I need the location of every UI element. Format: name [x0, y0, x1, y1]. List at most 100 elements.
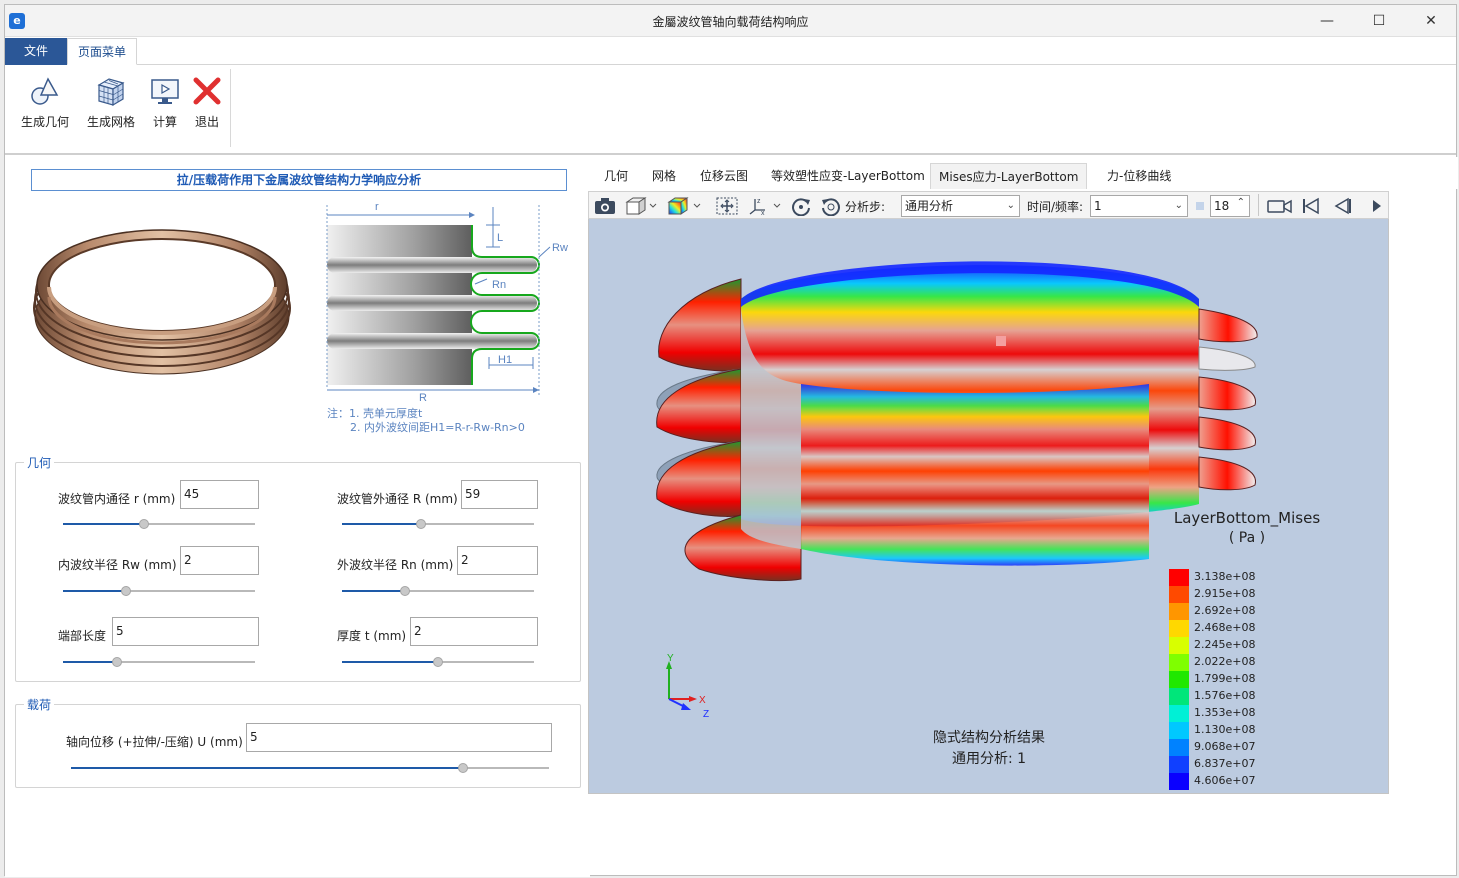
- legend-value: 1.799e+08: [1194, 672, 1256, 685]
- slider-thumb[interactable]: [138, 519, 149, 529]
- frame-spinner[interactable]: 18⌃⌄: [1210, 195, 1250, 228]
- thickness-input[interactable]: 2: [410, 617, 538, 646]
- diagram-label-R: R: [419, 392, 427, 404]
- maximize-icon[interactable]: ☐: [1357, 9, 1401, 33]
- tab-displacement[interactable]: 位移云图: [692, 163, 756, 189]
- outer-diameter-slider[interactable]: [342, 519, 534, 529]
- time-select-value: 1: [1094, 199, 1102, 213]
- video-camera-icon[interactable]: [1266, 196, 1294, 216]
- outer-radius-slider[interactable]: [342, 586, 534, 596]
- axis-x-label: X: [699, 695, 706, 706]
- slider-thumb[interactable]: [121, 586, 132, 596]
- mesh-icon: [97, 78, 125, 107]
- close-icon[interactable]: ✕: [1409, 9, 1453, 33]
- tab-force-displacement[interactable]: 力-位移曲线: [1099, 163, 1179, 189]
- legend-value: 1.130e+08: [1194, 723, 1256, 736]
- legend-swatch: [1169, 705, 1189, 722]
- diagram-label-r: r: [375, 201, 379, 213]
- legend-unit: ( Pa ): [1228, 530, 1266, 546]
- generate-geometry-button[interactable]: 生成几何: [17, 75, 73, 135]
- diagram-label-L: L: [497, 232, 503, 244]
- tab-geometry[interactable]: 几何: [596, 163, 636, 189]
- svg-text:x: x: [761, 210, 765, 216]
- legend-value: 9.068e+07: [1194, 740, 1256, 753]
- viewer-toolbar: zx 分析步: 通用分析⌄ 时间/频率: 1⌄ 18⌃⌄: [588, 191, 1389, 228]
- right-corrugations: [1198, 308, 1258, 491]
- thickness-slider[interactable]: [342, 657, 534, 667]
- chevron-down-icon: ⌄: [1006, 200, 1015, 211]
- time-select[interactable]: 1 ⌄: [1090, 195, 1188, 217]
- contour-icon[interactable]: [667, 196, 703, 216]
- result-subtitle: 通用分析: 1: [951, 751, 1027, 767]
- ribbon-label: 生成网格: [86, 115, 135, 129]
- step-select-value: 通用分析: [905, 199, 954, 213]
- diagram-note-2: 2. 内外波纹间距H1=R-r-Rw-Rn>0: [350, 421, 525, 434]
- param-label: 外波纹半径 Rn (mm): [337, 558, 454, 572]
- tab-mises-stress[interactable]: Mises应力-LayerBottom: [930, 163, 1088, 189]
- cross-section-diagram: r L Rw Rn H1 R: [326, 201, 568, 404]
- title-bar: e 金屬波纹管轴向载荷结构响应 — ☐ ✕: [5, 5, 1456, 37]
- legend-value: 4.606e+07: [1194, 774, 1256, 787]
- time-label: 时间/频率:: [1027, 200, 1084, 214]
- legend-value: 1.576e+08: [1194, 689, 1256, 702]
- legend-value: 2.468e+08: [1194, 621, 1256, 634]
- result-viewport[interactable]: LayerBottom_Mises ( Pa ) 3.138e+08 2.915e…: [588, 219, 1389, 794]
- inner-radius-input[interactable]: 2: [180, 546, 259, 575]
- inner-diameter-slider[interactable]: [63, 519, 255, 529]
- legend-swatch: [1169, 654, 1189, 671]
- slider-thumb[interactable]: [415, 519, 426, 529]
- fit-view-icon[interactable]: [715, 196, 739, 216]
- window-title: 金屬波纹管轴向载荷结构响应: [652, 15, 809, 29]
- axes-icon[interactable]: zx: [747, 196, 783, 216]
- svg-text:z: z: [757, 198, 761, 205]
- legend-swatch: [1169, 722, 1189, 739]
- slider-thumb[interactable]: [433, 657, 443, 667]
- app-window: e 金屬波纹管轴向载荷结构响应 — ☐ ✕ 文件 页面菜单 生成几何 生成网格: [4, 4, 1458, 877]
- param-label: 内波纹半径 Rw (mm): [58, 558, 177, 572]
- ribbon: 生成几何 生成网格 计算 退出: [5, 65, 1456, 155]
- probe-marker: [996, 336, 1006, 346]
- legend-value: 2.245e+08: [1194, 638, 1256, 651]
- first-frame-icon[interactable]: [1300, 196, 1322, 216]
- legend-swatch: [1169, 773, 1189, 790]
- axial-displacement-slider[interactable]: [71, 763, 549, 773]
- param-label: 轴向位移 (+拉伸/-压缩) U (mm): [66, 735, 243, 749]
- tab-file[interactable]: 文件: [5, 38, 67, 65]
- outer-radius-input[interactable]: 2: [457, 546, 538, 575]
- previous-frame-icon[interactable]: [1332, 196, 1354, 216]
- exit-button[interactable]: 退出: [179, 75, 235, 135]
- end-length-input[interactable]: 5: [112, 617, 259, 646]
- slider-thumb[interactable]: [111, 657, 122, 667]
- legend-swatch: [1169, 637, 1189, 654]
- frame-value: 18: [1214, 199, 1230, 213]
- slider-thumb[interactable]: [400, 586, 411, 596]
- generate-mesh-button[interactable]: 生成网格: [83, 75, 139, 135]
- panel-heading: 拉/压载荷作用下金属波纹管结构力学响应分析: [31, 169, 567, 191]
- axis-z-label: Z: [703, 709, 709, 720]
- legend-title: LayerBottom_Mises: [1173, 509, 1321, 527]
- load-group: 载荷 轴向位移 (+拉伸/-压缩) U (mm) 5: [15, 696, 581, 788]
- axial-displacement-input[interactable]: 5: [246, 723, 552, 752]
- parameter-panel: 拉/压载荷作用下金属波纹管结构力学响应分析 r L Rw Rn H1 R 注：1…: [5, 157, 590, 877]
- reset-view-icon[interactable]: [819, 196, 843, 216]
- ribbon-separator: [230, 69, 231, 147]
- tab-mesh[interactable]: 网格: [644, 163, 684, 189]
- more-tools-icon[interactable]: [1369, 196, 1383, 216]
- legend-swatch: [1169, 756, 1189, 773]
- rotate-icon[interactable]: [789, 196, 813, 216]
- end-length-slider[interactable]: [63, 657, 255, 667]
- slider-thumb[interactable]: [457, 763, 468, 773]
- inner-diameter-input[interactable]: 45: [180, 480, 259, 509]
- legend-value: 1.353e+08: [1194, 706, 1256, 719]
- viewer-tabs: 几何 网格 位移云图 等效塑性应变-LayerBottom Mises应力-La…: [588, 157, 1458, 189]
- inner-radius-slider[interactable]: [63, 586, 255, 596]
- legend-swatch: [1169, 739, 1189, 756]
- minimize-icon[interactable]: —: [1305, 9, 1349, 33]
- camera-icon[interactable]: [593, 196, 617, 216]
- view-cube-icon[interactable]: [625, 196, 659, 216]
- bellows-3d-image: [33, 229, 291, 375]
- outer-diameter-input[interactable]: 59: [461, 480, 538, 509]
- step-select[interactable]: 通用分析 ⌄: [901, 195, 1020, 217]
- tab-plastic-strain[interactable]: 等效塑性应变-LayerBottom: [763, 163, 933, 189]
- tab-page-menu[interactable]: 页面菜单: [67, 38, 137, 65]
